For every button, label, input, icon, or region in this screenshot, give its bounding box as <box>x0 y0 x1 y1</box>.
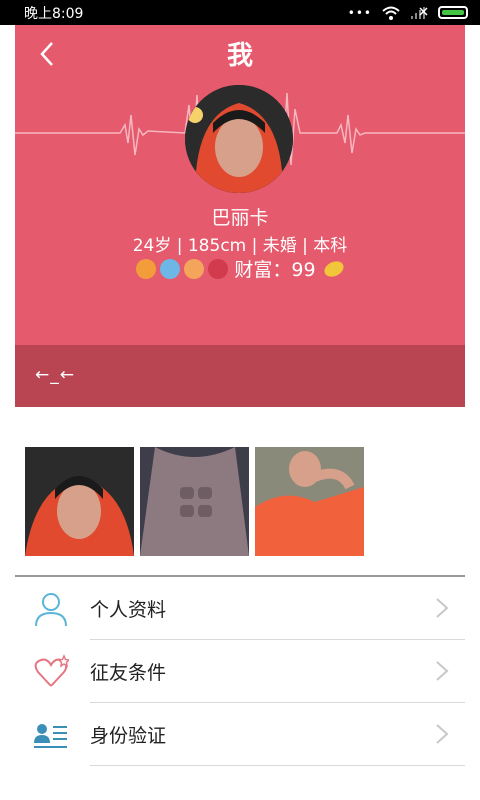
chevron-right-icon <box>436 724 449 744</box>
signal-icon <box>411 6 428 19</box>
status-bar: 晚上8:09 ••• <box>0 0 480 25</box>
avatar[interactable] <box>185 85 293 193</box>
chevron-right-icon <box>436 598 449 618</box>
photo-gallery <box>25 447 364 556</box>
coin-stack-icon <box>184 258 205 279</box>
menu-item-label: 个人资料 <box>90 598 167 621</box>
person-icon <box>35 593 67 627</box>
crown-icon <box>136 258 157 279</box>
profile-header: 我 巴丽卡 24岁 | 185cm | 未婚 | 本科 财富：99 <box>15 25 465 345</box>
gold-coin-icon <box>321 257 346 280</box>
gallery-photo[interactable] <box>255 447 364 556</box>
heart-star-icon <box>34 654 69 687</box>
status-dots: ••• <box>347 5 372 20</box>
heart-vip-icon <box>208 258 229 279</box>
menu-item-profile[interactable]: 个人资料 <box>15 577 465 639</box>
menu-item-label: 征友条件 <box>90 661 167 684</box>
id-card-icon <box>34 724 67 748</box>
menu-divider <box>90 765 465 766</box>
gallery-photo[interactable] <box>25 447 134 556</box>
menu-item-verification[interactable]: 身份验证 <box>15 703 465 765</box>
profile-name: 巴丽卡 <box>211 207 269 229</box>
page-title: 我 <box>226 41 253 71</box>
signature-text: ←_← <box>35 365 75 385</box>
chat-icon <box>160 258 181 279</box>
signature-band: ←_← <box>15 345 465 407</box>
profile-menu: 个人资料 征友条件 身份验证 <box>15 577 465 766</box>
wifi-icon <box>382 6 400 20</box>
menu-item-criteria[interactable]: 征友条件 <box>15 640 465 702</box>
badge-row: 财富：99 <box>15 255 465 282</box>
status-time: 晚上8:09 <box>24 5 84 22</box>
battery-icon <box>438 6 468 19</box>
status-icons: ••• <box>348 6 468 20</box>
chevron-right-icon <box>436 661 449 681</box>
gallery-photo[interactable] <box>140 447 249 556</box>
wealth-label: 财富：99 <box>234 259 316 281</box>
profile-info: 24岁 | 185cm | 未婚 | 本科 <box>132 236 348 256</box>
menu-item-label: 身份验证 <box>90 724 167 747</box>
